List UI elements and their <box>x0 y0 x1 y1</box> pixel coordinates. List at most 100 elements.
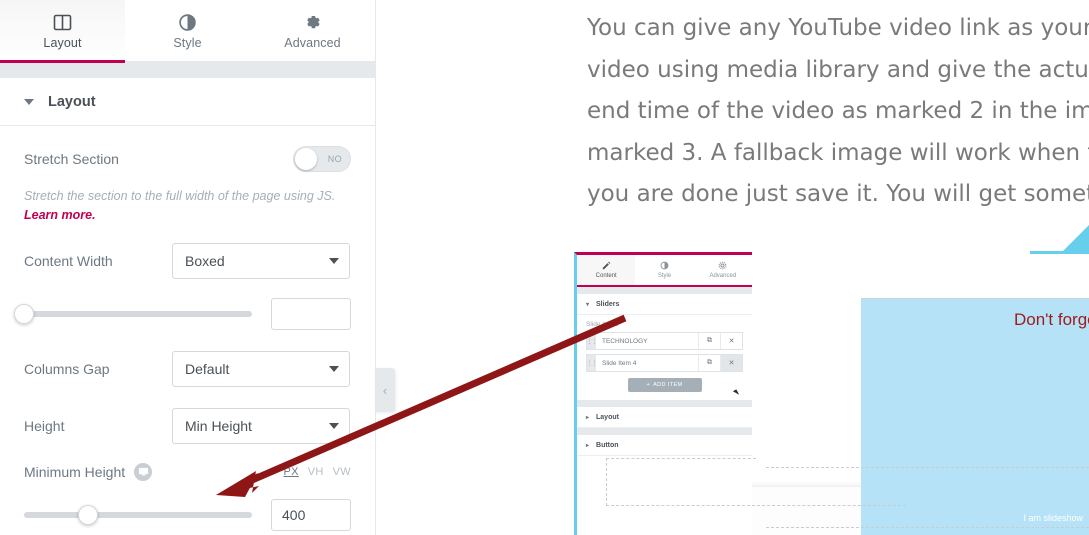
embedded-section-sliders[interactable]: ▾ Sliders <box>577 294 752 315</box>
content-width-label: Content Width <box>24 252 113 269</box>
layout-columns-icon <box>53 12 72 32</box>
slide-item-row[interactable]: ⋮⋮ Slide Item 4 ⧉ ✕ <box>586 354 743 372</box>
unit-vw[interactable]: VW <box>333 466 351 478</box>
minimum-height-slider-row: 400 <box>24 498 351 531</box>
embedded-section-button-label: Button <box>596 441 619 449</box>
copy-icon[interactable]: ⧉ <box>698 333 720 349</box>
article-paragraph: You can give any YouTube video link as y… <box>587 8 1089 216</box>
pencil-icon <box>602 261 611 272</box>
dashed-guide <box>766 467 1089 468</box>
stretch-section-toggle[interactable]: NO <box>293 146 351 172</box>
close-icon[interactable]: ✕ <box>720 355 742 371</box>
control-content-width: Content Width Boxed <box>24 242 351 280</box>
desktop-responsive-icon[interactable] <box>134 462 153 481</box>
embedded-tab-bar: Content Style Advanced <box>577 255 752 287</box>
embedded-screenshot: I am slideshow Content Style Advanced ▾ … <box>574 252 1089 535</box>
copy-icon[interactable]: ⧉ <box>698 355 720 371</box>
content-width-slider[interactable] <box>14 303 252 324</box>
learn-more-link[interactable]: Learn more. <box>24 208 96 222</box>
panel-tab-bar: Layout Style Advanced <box>0 0 375 63</box>
slide-item-name: Slide Item 4 <box>602 359 637 367</box>
embedded-tab-advanced[interactable]: Advanced <box>694 255 752 285</box>
control-columns-gap: Columns Gap Default <box>24 350 351 388</box>
close-icon[interactable]: ✕ <box>720 333 742 349</box>
embedded-section-layout[interactable]: ▸ Layout <box>577 407 752 428</box>
toggle-knob <box>295 148 317 170</box>
chevron-right-icon: ▸ <box>586 414 590 421</box>
contrast-icon <box>178 12 197 32</box>
embedded-divider <box>577 287 752 294</box>
page-content-area: You can give any YouTube video link as y… <box>376 0 1089 535</box>
tab-advanced[interactable]: Advanced <box>250 0 375 62</box>
slide-item-row[interactable]: ⋮⋮ TECHNOLOGY ⧉ ✕ <box>586 332 743 350</box>
dashed-guide <box>606 458 756 459</box>
dashed-guide <box>606 505 906 506</box>
section-header-layout[interactable]: Layout <box>0 78 375 126</box>
tab-layout-label: Layout <box>43 36 82 50</box>
tab-layout[interactable]: Layout <box>0 0 125 63</box>
minimum-height-input[interactable]: 400 <box>271 498 351 531</box>
columns-gap-select[interactable]: Default <box>172 350 350 387</box>
height-select[interactable]: Min Height <box>172 407 350 444</box>
content-width-input[interactable] <box>271 297 351 330</box>
slideshow-preview: I am slideshow <box>766 298 1089 535</box>
paragraph-line: video using media library and give the a… <box>587 56 1089 83</box>
slider-handle[interactable] <box>77 504 98 525</box>
toggle-value: NO <box>327 154 342 164</box>
embedded-elementor-panel: Content Style Advanced ▾ Sliders Slide I… <box>574 252 752 535</box>
slider-handle[interactable] <box>14 303 34 324</box>
add-item-button[interactable]: + ADD ITEM <box>627 378 702 392</box>
controls-list: Stretch Section NO Stretch the section t… <box>0 140 375 531</box>
drag-handle-icon[interactable]: ⋮⋮ <box>587 333 598 349</box>
panel-collapse-handle[interactable]: ‹ <box>375 368 395 412</box>
add-item-label: ADD ITEM <box>653 382 683 388</box>
content-width-slider-row <box>14 297 351 330</box>
chevron-right-icon: ▸ <box>586 442 590 449</box>
paragraph-line: you are done just save it. You will get … <box>587 181 1089 207</box>
description-text: Stretch the section to the full width of… <box>24 189 336 203</box>
panel-divider <box>0 62 375 78</box>
slide-items-label: Slide Items <box>586 321 619 328</box>
dashed-guide <box>606 458 607 506</box>
embedded-divider <box>577 428 752 435</box>
contrast-icon <box>660 261 669 272</box>
stretch-section-description: Stretch the section to the full width of… <box>24 187 354 226</box>
drag-handle-icon[interactable]: ⋮⋮ <box>587 355 598 371</box>
embedded-tab-content-label: Content <box>595 273 617 279</box>
embedded-slider-items-body: Slide Items ⋮⋮ TECHNOLOGY ⧉ ✕ ⋮⋮ Slide I… <box>577 315 752 392</box>
height-label: Height <box>24 417 65 434</box>
gear-icon <box>718 261 727 272</box>
screen-root: Layout Style Advanced Layout Stretch Sec… <box>0 0 1089 535</box>
paragraph-line: You can give any YouTube video link as y… <box>587 15 1089 41</box>
section-title: Layout <box>48 93 96 110</box>
slideshow-caption: I am slideshow <box>1023 513 1083 523</box>
chevron-down-icon <box>329 422 339 429</box>
content-width-select[interactable]: Boxed <box>172 242 350 279</box>
embedded-section-sliders-label: Sliders <box>596 300 620 308</box>
minimum-height-label: Minimum Height <box>24 463 126 480</box>
embedded-tab-advanced-label: Advanced <box>709 273 737 279</box>
control-height: Height Min Height <box>24 407 351 445</box>
embedded-tab-style[interactable]: Style <box>635 255 693 285</box>
chevron-down-icon: ▾ <box>586 301 590 308</box>
unit-vh[interactable]: VH <box>308 466 324 478</box>
height-value: Min Height <box>185 417 252 434</box>
embedded-tab-content[interactable]: Content <box>577 255 636 285</box>
tab-style-label: Style <box>173 36 202 50</box>
tab-style[interactable]: Style <box>125 0 250 62</box>
unit-px[interactable]: PX <box>284 466 299 478</box>
embedded-section-layout-label: Layout <box>596 413 619 421</box>
chevron-down-icon <box>24 98 34 105</box>
slide-item-name: TECHNOLOGY <box>602 337 648 345</box>
minimum-height-slider[interactable] <box>24 504 252 525</box>
elementor-settings-panel: Layout Style Advanced Layout Stretch Sec… <box>0 0 376 535</box>
plus-icon: + <box>646 382 651 388</box>
embedded-section-button[interactable]: ▸ Button <box>577 435 752 456</box>
paragraph-line: marked 3. A fallback image will work whe… <box>587 139 1089 166</box>
chevron-left-icon: ‹ <box>382 382 388 398</box>
dashed-guide <box>766 527 1089 528</box>
columns-gap-value: Default <box>185 360 230 377</box>
chevron-down-icon <box>329 365 339 372</box>
columns-gap-label: Columns Gap <box>24 360 110 377</box>
stretch-section-label: Stretch Section <box>24 151 119 167</box>
